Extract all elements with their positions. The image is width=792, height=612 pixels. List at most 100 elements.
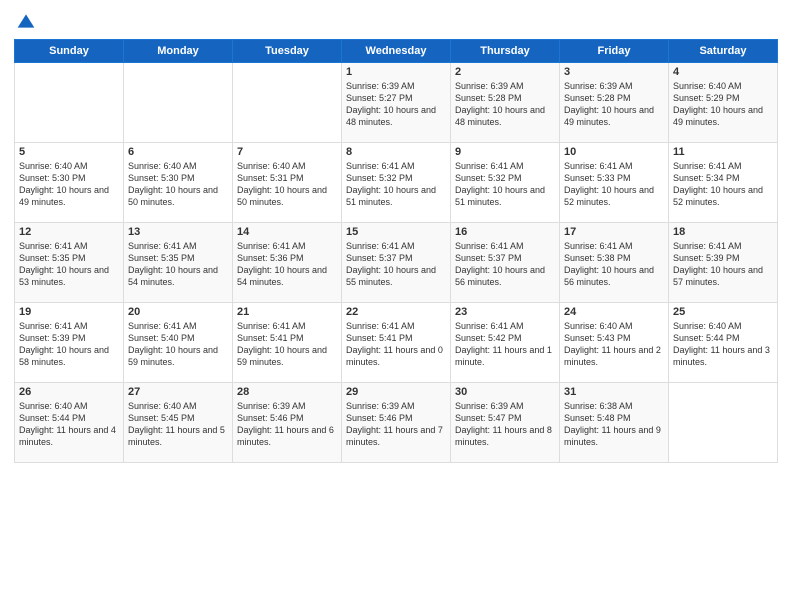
calendar-cell: 14 Sunrise: 6:41 AMSunset: 5:36 PMDaylig… [233, 222, 342, 302]
calendar-cell: 13 Sunrise: 6:41 AMSunset: 5:35 PMDaylig… [124, 222, 233, 302]
calendar-cell: 30 Sunrise: 6:39 AMSunset: 5:47 PMDaylig… [451, 382, 560, 462]
day-number: 28 [237, 386, 337, 398]
day-info: Sunrise: 6:40 AMSunset: 5:30 PMDaylight:… [19, 161, 109, 207]
page: SundayMondayTuesdayWednesdayThursdayFrid… [0, 0, 792, 612]
day-info: Sunrise: 6:39 AMSunset: 5:46 PMDaylight:… [346, 401, 443, 447]
day-info: Sunrise: 6:41 AMSunset: 5:33 PMDaylight:… [564, 161, 654, 207]
day-info: Sunrise: 6:39 AMSunset: 5:28 PMDaylight:… [564, 81, 654, 127]
day-info: Sunrise: 6:40 AMSunset: 5:44 PMDaylight:… [673, 321, 770, 367]
calendar-cell: 3 Sunrise: 6:39 AMSunset: 5:28 PMDayligh… [560, 62, 669, 142]
day-number: 31 [564, 386, 664, 398]
calendar-cell: 29 Sunrise: 6:39 AMSunset: 5:46 PMDaylig… [342, 382, 451, 462]
day-number: 29 [346, 386, 446, 398]
calendar-cell: 11 Sunrise: 6:41 AMSunset: 5:34 PMDaylig… [669, 142, 778, 222]
day-number: 5 [19, 146, 119, 158]
day-info: Sunrise: 6:41 AMSunset: 5:41 PMDaylight:… [346, 321, 443, 367]
day-info: Sunrise: 6:41 AMSunset: 5:35 PMDaylight:… [19, 241, 109, 287]
calendar-cell: 9 Sunrise: 6:41 AMSunset: 5:32 PMDayligh… [451, 142, 560, 222]
day-number: 6 [128, 146, 228, 158]
weekday-header-monday: Monday [124, 39, 233, 62]
day-info: Sunrise: 6:40 AMSunset: 5:44 PMDaylight:… [19, 401, 116, 447]
calendar-cell: 10 Sunrise: 6:41 AMSunset: 5:33 PMDaylig… [560, 142, 669, 222]
weekday-header-friday: Friday [560, 39, 669, 62]
day-info: Sunrise: 6:40 AMSunset: 5:29 PMDaylight:… [673, 81, 763, 127]
day-info: Sunrise: 6:40 AMSunset: 5:30 PMDaylight:… [128, 161, 218, 207]
day-number: 27 [128, 386, 228, 398]
weekday-header-wednesday: Wednesday [342, 39, 451, 62]
weekday-header-sunday: Sunday [15, 39, 124, 62]
day-number: 19 [19, 306, 119, 318]
calendar-cell [124, 62, 233, 142]
day-number: 17 [564, 226, 664, 238]
calendar-cell: 26 Sunrise: 6:40 AMSunset: 5:44 PMDaylig… [15, 382, 124, 462]
day-number: 21 [237, 306, 337, 318]
calendar-cell: 20 Sunrise: 6:41 AMSunset: 5:40 PMDaylig… [124, 302, 233, 382]
day-info: Sunrise: 6:39 AMSunset: 5:28 PMDaylight:… [455, 81, 545, 127]
day-number: 1 [346, 66, 446, 78]
day-info: Sunrise: 6:40 AMSunset: 5:45 PMDaylight:… [128, 401, 225, 447]
calendar-week-2: 5 Sunrise: 6:40 AMSunset: 5:30 PMDayligh… [15, 142, 778, 222]
calendar-cell: 21 Sunrise: 6:41 AMSunset: 5:41 PMDaylig… [233, 302, 342, 382]
calendar-cell: 6 Sunrise: 6:40 AMSunset: 5:30 PMDayligh… [124, 142, 233, 222]
calendar-cell: 5 Sunrise: 6:40 AMSunset: 5:30 PMDayligh… [15, 142, 124, 222]
calendar-cell: 28 Sunrise: 6:39 AMSunset: 5:46 PMDaylig… [233, 382, 342, 462]
calendar-cell [15, 62, 124, 142]
day-number: 25 [673, 306, 773, 318]
calendar-cell: 7 Sunrise: 6:40 AMSunset: 5:31 PMDayligh… [233, 142, 342, 222]
day-number: 4 [673, 66, 773, 78]
day-number: 11 [673, 146, 773, 158]
day-number: 3 [564, 66, 664, 78]
day-info: Sunrise: 6:41 AMSunset: 5:36 PMDaylight:… [237, 241, 327, 287]
day-info: Sunrise: 6:41 AMSunset: 5:39 PMDaylight:… [673, 241, 763, 287]
day-number: 24 [564, 306, 664, 318]
day-info: Sunrise: 6:41 AMSunset: 5:38 PMDaylight:… [564, 241, 654, 287]
calendar-week-3: 12 Sunrise: 6:41 AMSunset: 5:35 PMDaylig… [15, 222, 778, 302]
logo-icon [16, 11, 36, 31]
day-number: 8 [346, 146, 446, 158]
calendar-cell: 4 Sunrise: 6:40 AMSunset: 5:29 PMDayligh… [669, 62, 778, 142]
calendar-cell: 19 Sunrise: 6:41 AMSunset: 5:39 PMDaylig… [15, 302, 124, 382]
day-number: 13 [128, 226, 228, 238]
day-number: 18 [673, 226, 773, 238]
calendar-cell: 18 Sunrise: 6:41 AMSunset: 5:39 PMDaylig… [669, 222, 778, 302]
header [14, 10, 778, 31]
day-info: Sunrise: 6:41 AMSunset: 5:32 PMDaylight:… [346, 161, 436, 207]
calendar-cell: 27 Sunrise: 6:40 AMSunset: 5:45 PMDaylig… [124, 382, 233, 462]
day-info: Sunrise: 6:39 AMSunset: 5:47 PMDaylight:… [455, 401, 552, 447]
day-number: 26 [19, 386, 119, 398]
calendar-cell: 16 Sunrise: 6:41 AMSunset: 5:37 PMDaylig… [451, 222, 560, 302]
day-info: Sunrise: 6:39 AMSunset: 5:46 PMDaylight:… [237, 401, 334, 447]
calendar-week-5: 26 Sunrise: 6:40 AMSunset: 5:44 PMDaylig… [15, 382, 778, 462]
day-number: 2 [455, 66, 555, 78]
day-number: 23 [455, 306, 555, 318]
calendar-cell: 12 Sunrise: 6:41 AMSunset: 5:35 PMDaylig… [15, 222, 124, 302]
calendar-cell: 25 Sunrise: 6:40 AMSunset: 5:44 PMDaylig… [669, 302, 778, 382]
day-number: 15 [346, 226, 446, 238]
calendar-week-4: 19 Sunrise: 6:41 AMSunset: 5:39 PMDaylig… [15, 302, 778, 382]
calendar-cell: 17 Sunrise: 6:41 AMSunset: 5:38 PMDaylig… [560, 222, 669, 302]
calendar-cell [233, 62, 342, 142]
weekday-header-thursday: Thursday [451, 39, 560, 62]
calendar-cell: 22 Sunrise: 6:41 AMSunset: 5:41 PMDaylig… [342, 302, 451, 382]
day-info: Sunrise: 6:41 AMSunset: 5:32 PMDaylight:… [455, 161, 545, 207]
calendar-cell: 15 Sunrise: 6:41 AMSunset: 5:37 PMDaylig… [342, 222, 451, 302]
day-info: Sunrise: 6:41 AMSunset: 5:37 PMDaylight:… [455, 241, 545, 287]
day-info: Sunrise: 6:39 AMSunset: 5:27 PMDaylight:… [346, 81, 436, 127]
day-info: Sunrise: 6:40 AMSunset: 5:43 PMDaylight:… [564, 321, 661, 367]
calendar-cell [669, 382, 778, 462]
day-info: Sunrise: 6:38 AMSunset: 5:48 PMDaylight:… [564, 401, 661, 447]
day-number: 12 [19, 226, 119, 238]
day-number: 9 [455, 146, 555, 158]
day-info: Sunrise: 6:41 AMSunset: 5:34 PMDaylight:… [673, 161, 763, 207]
calendar-cell: 8 Sunrise: 6:41 AMSunset: 5:32 PMDayligh… [342, 142, 451, 222]
day-number: 30 [455, 386, 555, 398]
day-info: Sunrise: 6:41 AMSunset: 5:39 PMDaylight:… [19, 321, 109, 367]
day-info: Sunrise: 6:41 AMSunset: 5:41 PMDaylight:… [237, 321, 327, 367]
day-info: Sunrise: 6:41 AMSunset: 5:40 PMDaylight:… [128, 321, 218, 367]
day-info: Sunrise: 6:41 AMSunset: 5:37 PMDaylight:… [346, 241, 436, 287]
day-info: Sunrise: 6:40 AMSunset: 5:31 PMDaylight:… [237, 161, 327, 207]
calendar-week-1: 1 Sunrise: 6:39 AMSunset: 5:27 PMDayligh… [15, 62, 778, 142]
logo [14, 10, 36, 31]
day-number: 16 [455, 226, 555, 238]
calendar-cell: 31 Sunrise: 6:38 AMSunset: 5:48 PMDaylig… [560, 382, 669, 462]
